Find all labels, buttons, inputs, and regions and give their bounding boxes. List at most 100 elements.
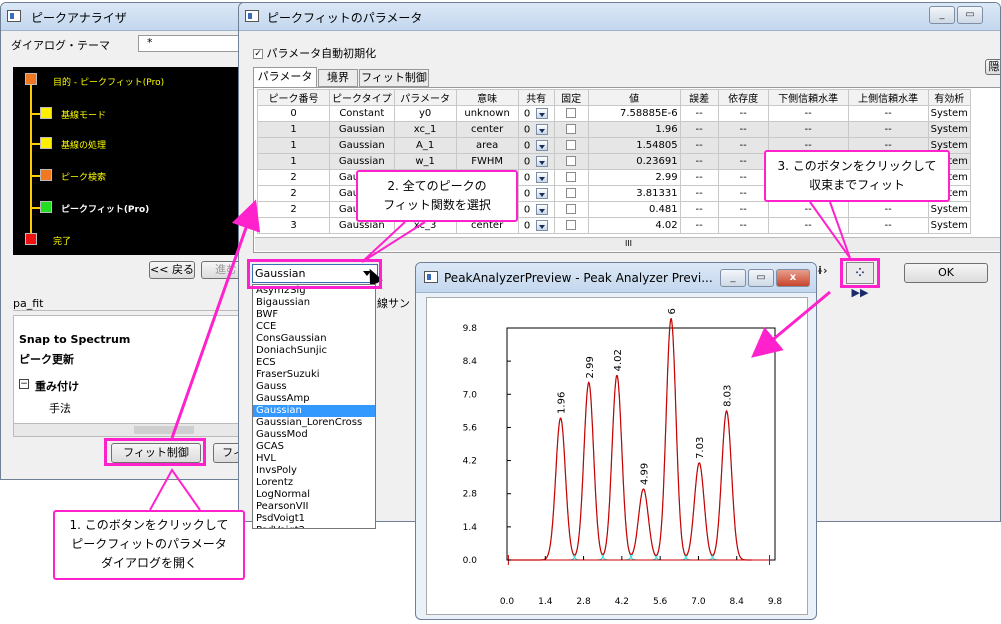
function-list-item[interactable]: InvsPoly [253,465,375,477]
minimize-button[interactable]: _ [929,6,955,24]
table-cell[interactable]: 0.481 [587,201,681,218]
table-cell[interactable]: -- [767,217,849,234]
param-titlebar[interactable]: ピークフィットのパラメータ _ ▭ [239,3,1000,31]
fix-checkbox[interactable] [566,172,577,182]
function-list-item[interactable]: PearsonVII [253,501,375,513]
table-cell[interactable]: 0 [517,201,555,218]
tree-node-peak-find[interactable] [40,169,52,181]
table-cell[interactable] [553,169,589,186]
table-cell[interactable]: 0 [517,105,555,122]
peak-analyzer-titlebar[interactable]: ピークアナライザ [1,3,249,31]
tab-bounds[interactable]: 境界 [318,69,358,87]
function-list-item[interactable]: DoniachSunjic [253,345,375,357]
table-cell[interactable]: -- [679,169,719,186]
table-cell[interactable]: -- [847,201,929,218]
table-cell[interactable]: 0 [517,137,555,154]
table-cell[interactable]: -- [847,121,929,138]
preview-close-button[interactable]: x [776,269,810,287]
fix-checkbox[interactable] [566,108,577,118]
table-cell[interactable]: unknown [455,105,519,122]
table-cell[interactable]: Constant [329,105,395,122]
table-cell[interactable]: 1 [257,121,330,138]
table-cell[interactable]: 1.54805 [587,137,681,154]
function-list-item[interactable]: CCE [253,321,375,333]
table-cell[interactable] [553,185,589,202]
table-cell[interactable] [553,105,589,122]
table-cell[interactable]: -- [679,201,719,218]
preview-titlebar[interactable]: PeakAnalyzerPreview - Peak Analyzer Prev… [416,263,816,293]
table-cell[interactable]: -- [679,185,719,202]
function-list-item[interactable]: ConsGaussian [253,333,375,345]
table-cell[interactable]: System [927,217,971,234]
tree-label-peak-find[interactable]: ピーク検索 [61,170,106,183]
table-cell[interactable]: -- [679,217,719,234]
peak-update[interactable]: ピーク更新 [19,351,74,367]
table-cell[interactable]: area [455,137,519,154]
preview-minimize-button[interactable]: _ [720,269,746,287]
table-cell[interactable]: 2 [257,201,330,218]
share-dropdown-icon[interactable] [536,107,549,119]
column-header[interactable]: 依存度 [717,89,769,106]
table-cell[interactable]: 0 [517,217,555,234]
table-cell[interactable] [553,153,589,170]
fix-checkbox[interactable] [566,124,577,134]
table-cell[interactable]: A_1 [393,137,457,154]
table-cell[interactable]: System [927,105,971,122]
share-dropdown-icon[interactable] [536,155,549,167]
share-dropdown-icon[interactable] [536,123,549,135]
share-dropdown-icon[interactable] [536,219,549,231]
hide-button[interactable]: 隠 [985,59,1000,75]
fix-checkbox[interactable] [566,156,577,166]
scroll-thumb[interactable]: III [625,239,632,248]
function-list-item[interactable]: Gaussian_LorenCross [253,417,375,429]
table-cell[interactable]: 1.96 [587,121,681,138]
table-cell[interactable]: System [927,201,971,218]
column-header[interactable]: 値 [587,89,681,106]
table-cell[interactable]: 4.02 [587,217,681,234]
function-list-item[interactable]: Gaussian [253,405,375,417]
column-header[interactable]: ピーク番号 [257,89,330,106]
table-cell[interactable]: -- [717,121,769,138]
fix-checkbox[interactable] [566,140,577,150]
auto-init-row[interactable]: ✓ パラメータ自動初期化 [253,45,376,61]
function-list-item[interactable]: ECS [253,357,375,369]
table-cell[interactable]: 0 [517,153,555,170]
tree-label-goal[interactable]: 目的 - ピークフィット(Pro) [53,75,164,88]
table-cell[interactable]: 2 [257,185,330,202]
function-list-item[interactable]: FraserSuzuki [253,369,375,381]
table-cell[interactable]: -- [679,105,719,122]
fit-iteration-icon[interactable]: ɨ› [817,264,828,277]
table-cell[interactable]: y0 [393,105,457,122]
tree-node-baseline-mode[interactable] [40,107,52,119]
table-cell[interactable]: Gaussian [329,121,395,138]
back-button[interactable]: << 戻る [149,261,195,279]
fix-checkbox[interactable] [566,204,577,214]
tree-node-peak-fit[interactable] [40,201,52,213]
tree-label-peak-fit[interactable]: ピークフィット(Pro) [61,202,149,215]
tree-label-baseline-mode[interactable]: 基線モード [61,108,106,121]
preview-maximize-button[interactable]: ▭ [748,269,774,287]
function-list-item[interactable]: PsdVoigt2 [253,525,375,528]
tree-node-baseline-process[interactable] [40,137,52,149]
table-cell[interactable] [553,217,589,234]
tree-node-goal[interactable] [25,73,37,85]
table-cell[interactable] [553,121,589,138]
table-cell[interactable]: 0 [517,185,555,202]
share-dropdown-icon[interactable] [536,203,549,215]
table-cell[interactable]: 3.81331 [587,185,681,202]
table-cell[interactable]: 2 [257,169,330,186]
table-cell[interactable]: -- [717,169,769,186]
dialog-theme-field[interactable]: * [138,35,249,52]
auto-init-checkbox[interactable]: ✓ [253,49,263,59]
table-cell[interactable]: -- [847,217,929,234]
column-header[interactable]: パラメータ [393,89,457,106]
tree-node-finish[interactable] [25,233,37,245]
tree-label-baseline-process[interactable]: 基線の処理 [61,138,106,151]
share-dropdown-icon[interactable] [536,139,549,151]
function-list-item[interactable]: LogNormal [253,489,375,501]
table-cell[interactable]: 1 [257,153,330,170]
table-cell[interactable]: -- [717,137,769,154]
table-cell[interactable]: System [927,121,971,138]
fix-checkbox[interactable] [566,188,577,198]
table-cell[interactable]: xc_1 [393,121,457,138]
